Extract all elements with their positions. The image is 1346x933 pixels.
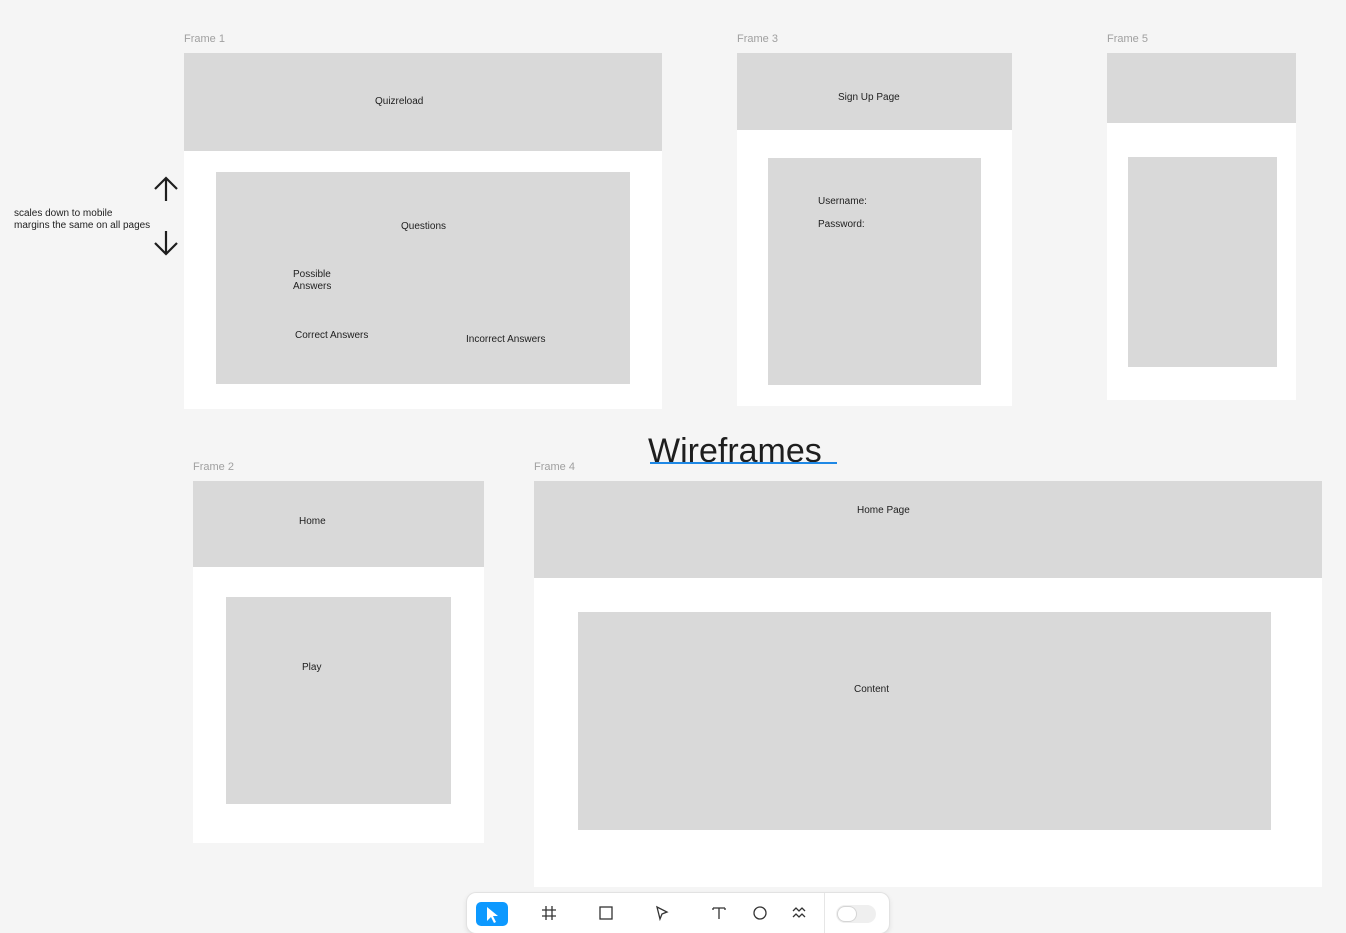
questions-text: Questions [401, 221, 447, 232]
frame-1-header[interactable]: Quizreload [184, 53, 662, 151]
frame-3-header[interactable]: Sign Up Page [737, 53, 1012, 130]
frame-1-label[interactable]: Frame 1 [184, 33, 225, 45]
frame-5[interactable] [1107, 53, 1296, 400]
frame-5-header[interactable] [1107, 53, 1296, 123]
bottom-toolbar [467, 893, 889, 933]
frame-1-content[interactable]: Questions Possible Answers Correct Answe… [216, 172, 630, 384]
frame-4-header[interactable]: Home Page [534, 481, 1322, 578]
frame-4-header-text: Home Page [857, 505, 910, 516]
frame-1-header-text: Quizreload [375, 96, 424, 107]
frame-2[interactable]: Home Play [193, 481, 484, 843]
incorrect-answers-text: Incorrect Answers [466, 334, 546, 345]
page-title[interactable]: Wireframes [648, 431, 822, 471]
frame-3-header-text: Sign Up Page [838, 92, 900, 103]
pen-tool-button[interactable] [650, 901, 674, 925]
frame-4-label[interactable]: Frame 4 [534, 461, 575, 473]
note-line-2: margins the same on all pages [14, 219, 151, 231]
frame-2-header[interactable]: Home [193, 481, 484, 567]
frame-3-label[interactable]: Frame 3 [737, 33, 778, 45]
frame-3-content[interactable]: Username: Password: [768, 158, 981, 385]
possible-answers-text: Possible Answers [293, 269, 331, 293]
frame-5-label[interactable]: Frame 5 [1107, 33, 1148, 45]
pen-tool-icon [656, 905, 669, 921]
toolbar-divider [824, 893, 825, 933]
rectangle-tool-button[interactable] [594, 901, 618, 925]
scaling-note: scales down to mobile margins the same o… [14, 208, 150, 231]
possible-line-2: Answers [293, 281, 332, 292]
toggle-knob [838, 907, 856, 921]
move-tool-button[interactable] [476, 902, 508, 926]
rectangle-tool-icon [599, 906, 613, 920]
note-line-1: scales down to mobile [14, 208, 113, 219]
possible-line-1: Possible [293, 269, 331, 280]
comment-tool-button[interactable] [748, 901, 772, 925]
arrow-down-icon [154, 231, 178, 256]
dev-mode-toggle[interactable] [836, 905, 876, 923]
frame-tool-icon [542, 906, 556, 920]
comment-tool-icon [753, 906, 767, 920]
frame-2-content[interactable]: Play [226, 597, 451, 804]
title-underline [650, 462, 837, 464]
frame-tool-button[interactable] [537, 901, 561, 925]
frame-5-content[interactable] [1128, 157, 1277, 367]
frame-2-label[interactable]: Frame 2 [193, 461, 234, 473]
text-tool-icon [712, 907, 726, 919]
frame-3[interactable]: Sign Up Page Username: Password: [737, 53, 1012, 406]
actions-tool-icon [792, 907, 806, 918]
frame-2-header-text: Home [299, 516, 326, 527]
text-tool-button[interactable] [707, 901, 731, 925]
play-text: Play [302, 662, 322, 673]
move-tool-icon [487, 907, 498, 923]
frame-1[interactable]: Quizreload Questions Possible Answers Co… [184, 53, 662, 409]
correct-answers-text: Correct Answers [295, 330, 369, 341]
password-label: Password: [818, 219, 865, 230]
frame-4-content[interactable]: Content [578, 612, 1271, 830]
actions-tool-button[interactable] [787, 901, 811, 925]
frame-4[interactable]: Home Page Content [534, 481, 1322, 887]
username-label: Username: [818, 196, 867, 207]
arrow-up-icon [154, 176, 178, 201]
content-text: Content [854, 684, 890, 695]
